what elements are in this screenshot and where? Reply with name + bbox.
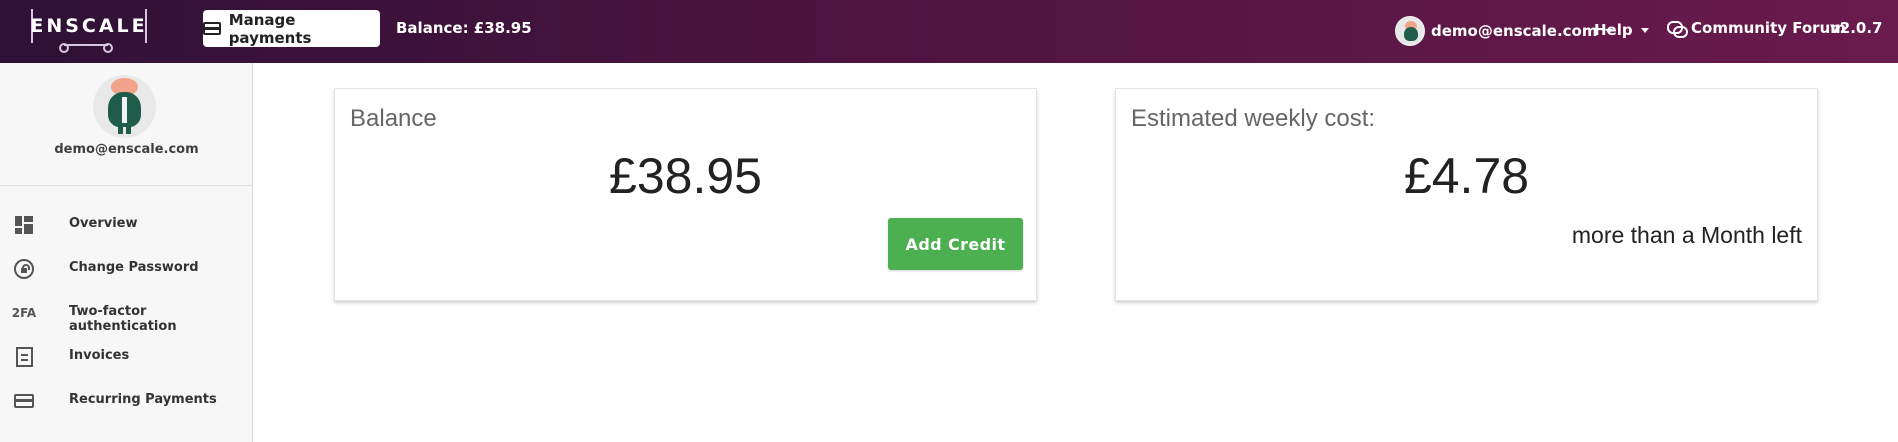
add-credit-button[interactable]: Add Credit bbox=[888, 218, 1023, 270]
sidebar-item-label: Two-factor authentication bbox=[69, 304, 177, 334]
weekly-cost-card: Estimated weekly cost: £4.78 more than a… bbox=[1115, 88, 1818, 301]
manage-payments-label: Manage payments bbox=[228, 10, 312, 47]
time-remaining-text: more than a Month left bbox=[1571, 222, 1802, 248]
app-version: v2.0.7 bbox=[1830, 19, 1883, 37]
credit-card-icon bbox=[203, 22, 221, 35]
sidebar-item-label: Recurring Payments bbox=[69, 392, 217, 407]
sidebar-item-overview[interactable]: Overview bbox=[0, 203, 253, 247]
main-content: Balance £38.95 Add Credit Estimated week… bbox=[254, 63, 1898, 442]
logo-text: ENSCALE bbox=[30, 14, 148, 37]
sidebar-item-label: Overview bbox=[69, 216, 138, 231]
sidebar-item-label: Invoices bbox=[69, 348, 130, 363]
sidebar-item-label: Change Password bbox=[69, 260, 199, 275]
balance-value: £38.95 bbox=[609, 148, 762, 204]
balance-title: Balance bbox=[350, 105, 437, 132]
sidebar-item-invoices[interactable]: Invoices bbox=[0, 335, 253, 379]
profile-section: demo@enscale.com bbox=[0, 63, 253, 186]
credit-card-icon bbox=[13, 391, 35, 411]
chat-icon bbox=[1667, 21, 1688, 38]
header-balance: Balance: £38.95 bbox=[396, 19, 532, 37]
balance-card: Balance £38.95 Add Credit bbox=[334, 88, 1037, 301]
sidebar: demo@enscale.com Overview Change Passwor… bbox=[0, 63, 253, 442]
help-dropdown[interactable]: Help bbox=[1594, 21, 1649, 39]
weekly-cost-title: Estimated weekly cost: bbox=[1131, 105, 1376, 132]
chevron-down-icon bbox=[1640, 27, 1649, 33]
forum-label: Community Forum bbox=[1691, 19, 1846, 37]
sidebar-item-two-factor-authentication[interactable]: 2FA Two-factor authentication bbox=[0, 291, 253, 335]
top-navigation: ENSCALE Manage payments Balance: £38.95 … bbox=[0, 0, 1898, 63]
manage-payments-button[interactable]: Manage payments bbox=[203, 10, 380, 47]
weekly-cost-value: £4.78 bbox=[1403, 148, 1530, 204]
sidebar-menu: Overview Change Password 2FA Two-factor … bbox=[0, 203, 253, 423]
avatar bbox=[1395, 16, 1425, 46]
sidebar-item-change-password[interactable]: Change Password bbox=[0, 247, 253, 291]
profile-email: demo@enscale.com bbox=[54, 142, 199, 157]
logo-mark-icon bbox=[59, 40, 113, 53]
dashboard-icon bbox=[13, 215, 35, 235]
two-factor-icon: 2FA bbox=[11, 306, 37, 320]
sidebar-item-recurring-payments[interactable]: Recurring Payments bbox=[0, 379, 253, 423]
lock-reset-icon bbox=[13, 259, 35, 279]
help-label: Help bbox=[1594, 21, 1633, 39]
user-email: demo@enscale.com bbox=[1431, 22, 1598, 40]
enscale-logo[interactable]: ENSCALE bbox=[30, 9, 148, 43]
community-forum-link[interactable]: Community Forum bbox=[1667, 19, 1846, 38]
invoice-icon bbox=[13, 347, 35, 367]
avatar[interactable] bbox=[93, 75, 156, 138]
user-menu-dropdown[interactable]: demo@enscale.com bbox=[1395, 16, 1614, 46]
